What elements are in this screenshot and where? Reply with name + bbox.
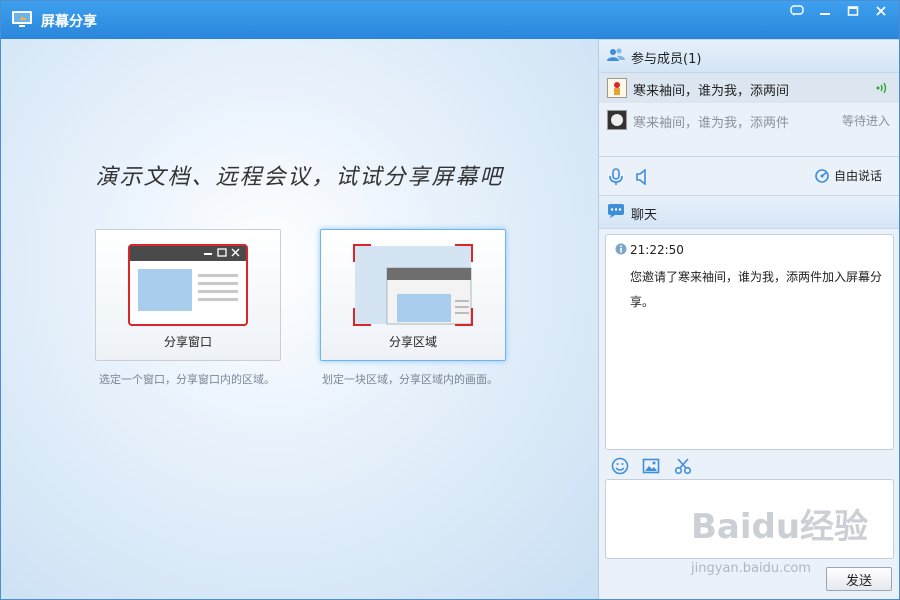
members-header: 参与成员(1) xyxy=(599,39,899,73)
chat-title: 聊天 xyxy=(631,208,658,223)
share-window-option[interactable]: 分享窗口 xyxy=(95,229,281,361)
message-text: 您邀请了寒来袖间，谁为我，添两件加入屏幕分享。 xyxy=(630,270,883,309)
speaker-icon[interactable] xyxy=(635,169,649,185)
member-name: 寒来袖间，谁为我，添两件 xyxy=(633,116,790,131)
share-options-panel: 演示文档、远程会议，试试分享屏幕吧 分享窗口 选定一个窗口，分享窗口内的区域。 xyxy=(1,39,598,599)
free-talk-label: 自由说话 xyxy=(833,169,882,183)
members-title: 参与成员(1) xyxy=(631,52,702,67)
maximize-button[interactable] xyxy=(841,3,865,19)
headline: 演示文档、远程会议，试试分享屏幕吧 xyxy=(95,165,504,190)
app-screen-icon xyxy=(12,11,32,27)
share-window-description: 选定一个窗口，分享窗口内的区域。 xyxy=(99,373,275,386)
member-status: 等待进入 xyxy=(841,114,890,128)
avatar-figure-icon xyxy=(611,114,623,126)
feedback-button[interactable] xyxy=(785,3,809,19)
watermark-url: jingyan.baidu.com xyxy=(691,561,811,576)
avatar xyxy=(607,110,627,130)
member-name: 寒来袖间，谁为我，添两间 xyxy=(633,84,790,99)
chat-bubble-icon xyxy=(608,204,624,218)
title-bar[interactable]: 屏幕分享 xyxy=(1,1,899,39)
share-region-option[interactable]: 分享区域 xyxy=(320,229,506,361)
chat-bubble-icon xyxy=(790,5,804,16)
image-icon[interactable] xyxy=(642,457,660,475)
region-illustration-icon xyxy=(353,244,473,326)
message-time: 21:22:50 xyxy=(630,243,684,257)
window-illustration-icon xyxy=(128,244,248,326)
watermark-brand: Baidu经验 xyxy=(691,507,869,547)
share-region-description: 划定一块区域，分享区域内的画面。 xyxy=(322,373,498,386)
share-window-label: 分享窗口 xyxy=(163,335,212,349)
minimize-button[interactable] xyxy=(813,3,837,19)
window-title: 屏幕分享 xyxy=(41,14,97,30)
speaking-icon xyxy=(876,82,887,94)
minimize-icon xyxy=(820,13,830,15)
share-region-label: 分享区域 xyxy=(388,335,437,349)
member-item[interactable]: 寒来袖间，谁为我，添两间 xyxy=(599,73,899,103)
close-button[interactable] xyxy=(869,3,893,19)
free-talk-icon xyxy=(815,168,829,183)
avatar xyxy=(607,78,627,98)
screen-share-window: 屏幕分享 演示文档、远程会议，试试分享屏幕吧 分享窗口 选定一个窗口，分享窗口内… xyxy=(0,0,900,600)
window-controls xyxy=(785,3,893,19)
avatar-figure-icon xyxy=(614,82,620,95)
free-talk-button[interactable]: 自由说话 xyxy=(814,167,882,184)
info-icon xyxy=(615,243,627,255)
members-icon xyxy=(607,48,625,61)
scissors-icon[interactable] xyxy=(674,457,692,475)
maximize-icon xyxy=(847,6,859,16)
close-icon xyxy=(876,6,886,16)
emoji-icon[interactable] xyxy=(611,457,629,475)
member-item[interactable]: 寒来袖间，谁为我，添两件 等待进入 xyxy=(599,105,899,135)
voice-controls: 自由说话 xyxy=(599,156,899,195)
send-button[interactable]: 发送 xyxy=(826,567,892,591)
chat-header: 聊天 xyxy=(599,195,899,229)
microphone-icon[interactable] xyxy=(609,168,623,186)
chat-messages[interactable]: 21:22:50 您邀请了寒来袖间，谁为我，添两件加入屏幕分享。 xyxy=(605,234,894,450)
